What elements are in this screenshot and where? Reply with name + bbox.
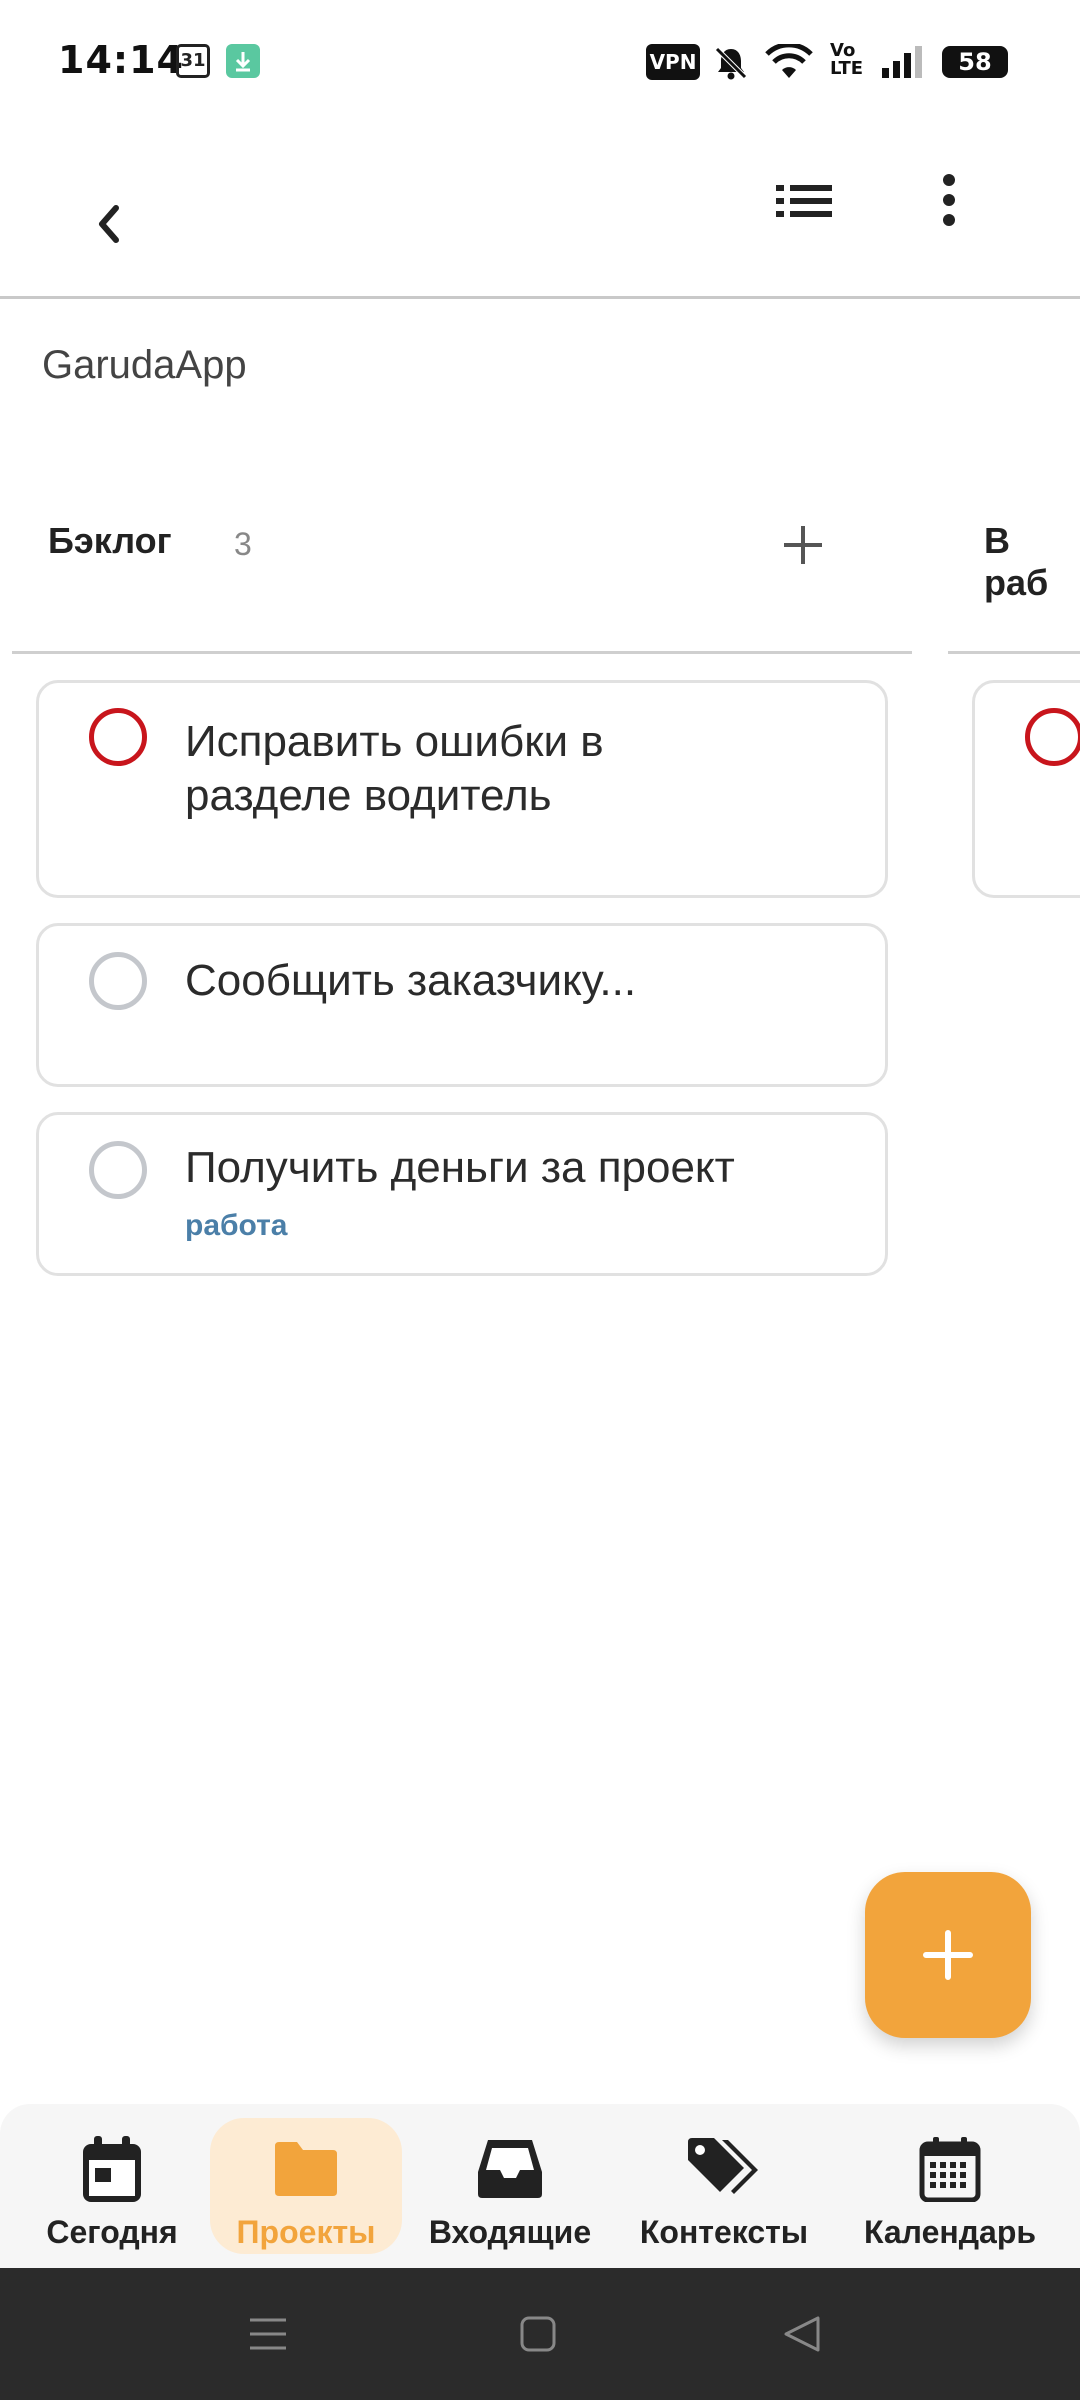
task-card-next[interactable] (972, 680, 1080, 898)
status-time: 14:14 (58, 38, 184, 82)
home-button[interactable] (518, 2314, 558, 2358)
plus-icon (784, 526, 822, 564)
recent-apps-button[interactable] (248, 2314, 288, 2358)
column-divider-next (948, 651, 1080, 654)
volte-icon: Vo LTE (830, 40, 864, 79)
task-card[interactable]: Сообщить заказчику... (36, 923, 888, 1087)
task-title: Получить деньги за проект (185, 1143, 735, 1192)
signal-icon (880, 44, 926, 84)
back-button[interactable] (86, 196, 130, 252)
home-square-icon (520, 2316, 556, 2352)
nav-label: Календарь (863, 2214, 1037, 2250)
nav-calendar[interactable]: Календарь (846, 2104, 1054, 2268)
task-checkbox[interactable] (89, 708, 147, 766)
column-title: Бэклог (48, 520, 172, 561)
list-view-button[interactable] (774, 180, 834, 222)
chevron-left-icon (99, 205, 119, 243)
nav-contexts[interactable]: Контексты (626, 2104, 822, 2268)
add-fab-button[interactable] (865, 1872, 1031, 2038)
task-title: Сообщить заказчику... (185, 956, 637, 1005)
more-vertical-icon (943, 174, 955, 226)
bell-muted-icon (712, 44, 750, 86)
wifi-icon (764, 42, 814, 86)
add-task-button[interactable] (778, 520, 828, 570)
task-title: Исправить ошибки в разделе водитель (185, 717, 604, 820)
tags-icon (688, 2138, 758, 2194)
folder-icon (275, 2142, 337, 2196)
list-icon (776, 185, 832, 217)
nav-inbox[interactable]: Входящие (414, 2104, 606, 2268)
task-checkbox[interactable] (89, 952, 147, 1010)
task-card[interactable]: Исправить ошибки в разделе водитель (36, 680, 888, 898)
column-count: 3 (234, 526, 252, 562)
calendar-icon (919, 2137, 981, 2202)
battery-icon: 58 (942, 46, 1008, 78)
column-divider (12, 651, 912, 654)
vpn-icon: VPN (646, 44, 700, 80)
more-button[interactable] (934, 172, 964, 228)
plus-icon (923, 1930, 973, 1980)
nav-label: Входящие (428, 2214, 592, 2250)
menu-icon (250, 2318, 286, 2350)
nav-projects[interactable]: Проекты (214, 2104, 398, 2268)
task-checkbox[interactable] (1025, 708, 1080, 766)
column-title-next: В раб (984, 520, 1049, 603)
inbox-icon (478, 2140, 542, 2198)
task-checkbox[interactable] (89, 1141, 147, 1199)
app-bar-divider (0, 296, 1080, 299)
calendar-notification-icon: 31 (176, 44, 210, 78)
task-tag[interactable]: работа (185, 1209, 288, 1243)
project-title: GarudaApp (42, 343, 247, 387)
download-notification-icon (226, 44, 260, 78)
task-card[interactable]: Получить деньги за проект работа (36, 1112, 888, 1276)
calendar-day-icon (83, 2136, 141, 2202)
nav-label: Сегодня (46, 2214, 178, 2250)
nav-label: Проекты (236, 2214, 376, 2250)
nav-label: Контексты (639, 2214, 809, 2250)
system-back-button[interactable] (782, 2314, 822, 2358)
back-triangle-icon (784, 2316, 820, 2352)
nav-today[interactable]: Сегодня (20, 2104, 204, 2268)
